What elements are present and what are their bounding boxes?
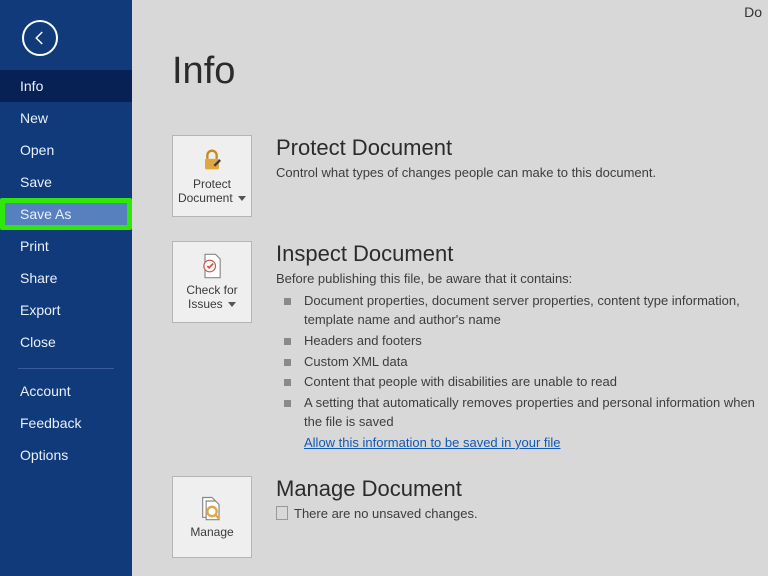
chevron-down-icon — [228, 302, 236, 307]
manage-button-label: Manage — [190, 526, 233, 540]
protect-document-button[interactable]: Protect Document — [172, 135, 252, 217]
protect-title: Protect Document — [276, 135, 758, 161]
protect-content: Protect Document Control what types of c… — [276, 135, 758, 217]
sidebar-item-new[interactable]: New — [0, 102, 132, 134]
document-manage-icon — [198, 494, 226, 522]
protect-desc: Control what types of changes people can… — [276, 165, 758, 180]
document-check-icon — [198, 252, 226, 280]
inspect-list: Document properties, document server pro… — [276, 292, 758, 432]
list-item: Content that people with disabilities ar… — [276, 373, 758, 392]
sidebar-item-info[interactable]: Info — [0, 70, 132, 102]
list-item: A setting that automatically removes pro… — [276, 394, 758, 432]
arrow-left-icon — [31, 29, 49, 47]
sections: Protect Document Protect Document Contro… — [166, 135, 768, 558]
sidebar-item-print[interactable]: Print — [0, 230, 132, 262]
protect-button-label: Protect Document — [173, 178, 251, 206]
document-icon — [276, 506, 288, 520]
check-for-issues-button[interactable]: Check for Issues — [172, 241, 252, 323]
lock-icon — [198, 146, 226, 174]
page-title: Info — [172, 50, 768, 93]
manage-section: Manage Manage Document There are no unsa… — [166, 476, 768, 558]
list-item: Custom XML data — [276, 353, 758, 372]
sidebar-item-save-as[interactable]: Save As — [0, 198, 132, 230]
manage-title: Manage Document — [276, 476, 758, 502]
sidebar-item-options[interactable]: Options — [0, 439, 132, 471]
sidebar-item-account[interactable]: Account — [0, 375, 132, 407]
manage-content: Manage Document There are no unsaved cha… — [276, 476, 758, 558]
back-button[interactable] — [22, 20, 58, 56]
inspect-content: Inspect Document Before publishing this … — [276, 241, 758, 452]
sidebar-item-open[interactable]: Open — [0, 134, 132, 166]
sidebar-nav: Info New Open Save Save As Print Share E… — [0, 70, 132, 471]
sidebar-separator — [18, 368, 114, 369]
inspect-desc: Before publishing this file, be aware th… — [276, 271, 758, 286]
manage-document-button[interactable]: Manage — [172, 476, 252, 558]
check-button-label: Check for Issues — [173, 284, 251, 312]
sidebar: Info New Open Save Save As Print Share E… — [0, 0, 132, 576]
sidebar-item-feedback[interactable]: Feedback — [0, 407, 132, 439]
protect-section: Protect Document Protect Document Contro… — [166, 135, 768, 217]
sidebar-item-save[interactable]: Save — [0, 166, 132, 198]
chevron-down-icon — [238, 196, 246, 201]
sidebar-item-close[interactable]: Close — [0, 326, 132, 358]
allow-info-link[interactable]: Allow this information to be saved in yo… — [276, 435, 561, 450]
manage-desc: There are no unsaved changes. — [276, 506, 758, 521]
inspect-title: Inspect Document — [276, 241, 758, 267]
inspect-section: Check for Issues Inspect Document Before… — [166, 241, 768, 452]
list-item: Document properties, document server pro… — [276, 292, 758, 330]
topright-text: Do — [744, 4, 762, 20]
list-item: Headers and footers — [276, 332, 758, 351]
main-content: Do Info Protect Document Protect Documen… — [132, 0, 768, 576]
sidebar-item-export[interactable]: Export — [0, 294, 132, 326]
sidebar-item-share[interactable]: Share — [0, 262, 132, 294]
backstage-view: Info New Open Save Save As Print Share E… — [0, 0, 768, 576]
